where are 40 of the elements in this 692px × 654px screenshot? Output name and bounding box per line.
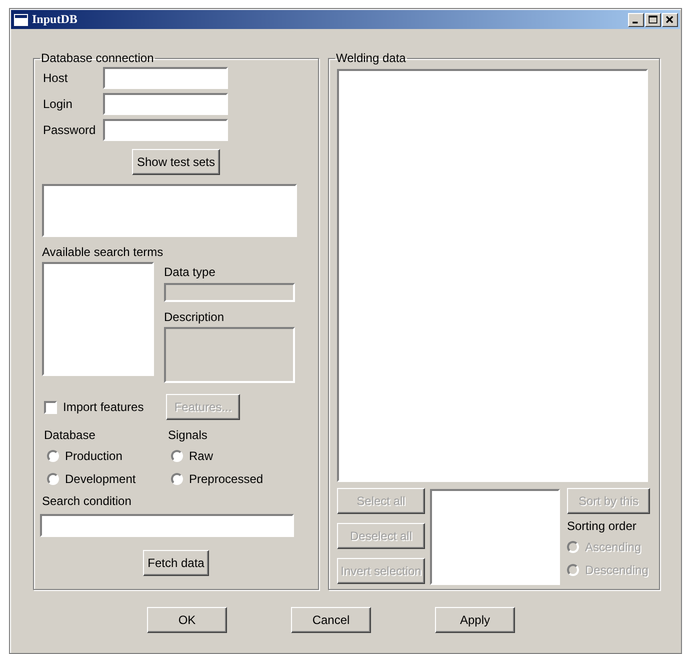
list-box[interactable]: [430, 489, 560, 585]
list-box[interactable]: [42, 184, 297, 237]
import-features-checkbox[interactable]: Import features: [42, 400, 166, 414]
radio-label: Raw: [189, 448, 214, 462]
text-field[interactable]: [103, 119, 228, 141]
field-label: Login: [42, 97, 74, 111]
search-condition-field[interactable]: [40, 514, 294, 537]
radio-group-label: Database: [44, 428, 96, 442]
minimize-icon[interactable]: [628, 12, 644, 26]
radio-label: Production: [65, 448, 122, 462]
field-label: Search condition: [42, 494, 132, 508]
show-test-sets-button[interactable]: Show test sets: [132, 149, 220, 175]
checkbox-icon[interactable]: [44, 400, 57, 414]
group-title: Welding data: [335, 51, 407, 65]
maximize-icon[interactable]: [645, 12, 661, 26]
radio-label: Preprocessed: [189, 472, 264, 486]
text-field[interactable]: [103, 93, 228, 115]
radio-label: Development: [65, 472, 136, 486]
field-label: Host: [42, 71, 69, 85]
text-field[interactable]: [103, 67, 228, 89]
list-box[interactable]: [42, 262, 154, 376]
radio-button[interactable]: [171, 472, 183, 484]
radio-group-label: Signals: [168, 428, 208, 442]
dialog-button[interactable]: OK: [147, 607, 227, 633]
fetch-data-button[interactable]: Fetch data: [142, 550, 210, 576]
radio-group-label: Sorting order: [567, 519, 638, 533]
field-label: Description: [164, 310, 226, 324]
window-title: InputDB: [32, 12, 78, 27]
group-title: Database connection: [40, 51, 155, 65]
close-icon[interactable]: [662, 12, 678, 26]
field-label: Data type: [164, 265, 216, 279]
checkbox-label: Import features: [63, 400, 144, 414]
dialog-button[interactable]: Cancel: [291, 607, 371, 633]
window-icon: [14, 14, 28, 26]
radio-button[interactable]: [171, 450, 183, 462]
radio-button[interactable]: [47, 450, 59, 462]
field-label: Password: [42, 123, 97, 137]
section-label: Available search terms: [42, 245, 164, 259]
dialog-button[interactable]: Apply: [435, 607, 515, 633]
radio-button[interactable]: [47, 472, 59, 484]
